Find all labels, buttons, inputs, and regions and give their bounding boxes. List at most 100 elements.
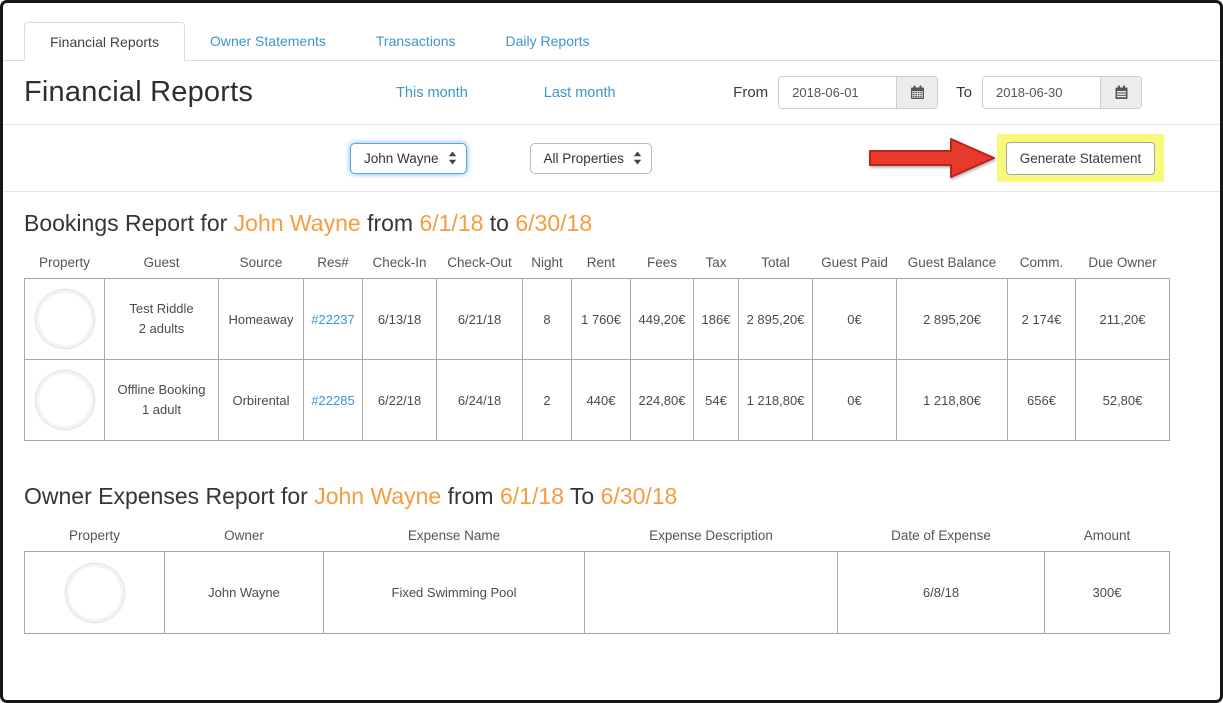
highlight-box: Generate Statement bbox=[997, 134, 1164, 182]
cell-check-in: 6/13/18 bbox=[363, 279, 437, 360]
this-month-link[interactable]: This month bbox=[396, 85, 468, 101]
booking-row: Test Riddle 2 adults Homeaway #22237 6/1… bbox=[25, 279, 1170, 360]
col-expense-description: Expense Description bbox=[585, 522, 838, 552]
cell-check-out: 6/24/18 bbox=[437, 360, 523, 441]
bookings-heading-from-word: from bbox=[367, 210, 413, 236]
cell-rent: 440€ bbox=[572, 360, 631, 441]
owner-select-value: John Wayne bbox=[364, 151, 439, 166]
from-calendar-button[interactable] bbox=[896, 77, 937, 108]
from-date-group bbox=[778, 76, 938, 109]
col-guest-balance: Guest Balance bbox=[897, 249, 1008, 279]
cell-comm: 656€ bbox=[1008, 360, 1076, 441]
generate-statement-button[interactable]: Generate Statement bbox=[1006, 142, 1156, 175]
cell-due-owner: 211,20€ bbox=[1076, 279, 1170, 360]
guest-name: Test Riddle bbox=[109, 299, 214, 319]
to-label: To bbox=[956, 84, 972, 101]
property-photo bbox=[36, 371, 94, 429]
col-fees: Fees bbox=[631, 249, 694, 279]
tab-transactions[interactable]: Transactions bbox=[351, 22, 481, 60]
col-res: Res# bbox=[304, 249, 363, 279]
cell-source: Orbirental bbox=[219, 360, 304, 441]
cell-due-owner: 52,80€ bbox=[1076, 360, 1170, 441]
cell-tax: 54€ bbox=[694, 360, 739, 441]
col-night: Night bbox=[523, 249, 572, 279]
cell-res: #22285 bbox=[304, 360, 363, 441]
bookings-table: Property Guest Source Res# Check-In Chec… bbox=[24, 249, 1170, 441]
col-check-in: Check-In bbox=[363, 249, 437, 279]
to-date-input[interactable] bbox=[983, 77, 1100, 108]
reservation-link[interactable]: #22285 bbox=[311, 393, 354, 408]
tab-daily-reports[interactable]: Daily Reports bbox=[481, 22, 615, 60]
expenses-heading: Owner Expenses Report for John Wayne fro… bbox=[24, 483, 1163, 510]
cell-total: 1 218,80€ bbox=[739, 360, 813, 441]
controls-divider bbox=[3, 191, 1220, 192]
tab-financial-reports[interactable]: Financial Reports bbox=[24, 22, 185, 61]
cell-check-out: 6/21/18 bbox=[437, 279, 523, 360]
cell-fees: 449,20€ bbox=[631, 279, 694, 360]
bookings-section: Bookings Report for John Wayne from 6/1/… bbox=[3, 210, 1220, 441]
from-label: From bbox=[733, 84, 768, 101]
cell-guest-paid: 0€ bbox=[813, 279, 897, 360]
select-arrows-icon bbox=[448, 151, 457, 165]
page-title: Financial Reports bbox=[24, 76, 253, 109]
cell-source: Homeaway bbox=[219, 279, 304, 360]
bookings-heading-prefix: Bookings Report for bbox=[24, 210, 227, 236]
annotation-arrow-wrap: Generate Statement bbox=[868, 134, 1164, 182]
cell-guest: Offline Booking 1 adult bbox=[105, 360, 219, 441]
app-window: Financial Reports Owner Statements Trans… bbox=[0, 0, 1223, 703]
col-tax: Tax bbox=[694, 249, 739, 279]
cell-guest-balance: 2 895,20€ bbox=[897, 279, 1008, 360]
red-arrow-annotation bbox=[868, 136, 996, 180]
cell-comm: 2 174€ bbox=[1008, 279, 1076, 360]
controls-row: John Wayne All Properties Generate State… bbox=[3, 125, 1220, 191]
col-amount: Amount bbox=[1045, 522, 1170, 552]
expenses-heading-owner: John Wayne bbox=[314, 483, 441, 509]
tab-owner-statements[interactable]: Owner Statements bbox=[185, 22, 351, 60]
cell-property bbox=[25, 552, 165, 634]
to-date-group bbox=[982, 76, 1142, 109]
cell-rent: 1 760€ bbox=[572, 279, 631, 360]
bookings-heading-end-date: 6/30/18 bbox=[515, 210, 592, 236]
expenses-header-row: Property Owner Expense Name Expense Desc… bbox=[25, 522, 1170, 552]
cell-property bbox=[25, 279, 105, 360]
guest-count: 1 adult bbox=[109, 400, 214, 420]
from-date-input[interactable] bbox=[779, 77, 896, 108]
cell-expense-description bbox=[585, 552, 838, 634]
owner-select[interactable]: John Wayne bbox=[350, 143, 467, 174]
tab-bar: Financial Reports Owner Statements Trans… bbox=[3, 22, 1220, 61]
col-guest-paid: Guest Paid bbox=[813, 249, 897, 279]
calendar-icon bbox=[1114, 85, 1129, 100]
expenses-heading-start-date: 6/1/18 bbox=[500, 483, 564, 509]
cell-res: #22237 bbox=[304, 279, 363, 360]
booking-row: Offline Booking 1 adult Orbirental #2228… bbox=[25, 360, 1170, 441]
cell-fees: 224,80€ bbox=[631, 360, 694, 441]
expenses-table: Property Owner Expense Name Expense Desc… bbox=[24, 522, 1170, 634]
expense-row: John Wayne Fixed Swimming Pool 6/8/18 30… bbox=[25, 552, 1170, 634]
cell-guest: Test Riddle 2 adults bbox=[105, 279, 219, 360]
expenses-heading-end-date: 6/30/18 bbox=[601, 483, 678, 509]
to-calendar-button[interactable] bbox=[1100, 77, 1141, 108]
col-check-out: Check-Out bbox=[437, 249, 523, 279]
date-range-controls: From To bbox=[733, 76, 1142, 109]
guest-count: 2 adults bbox=[109, 319, 214, 339]
property-photo bbox=[66, 564, 124, 622]
page-header: Financial Reports This month Last month … bbox=[3, 61, 1220, 124]
cell-night: 8 bbox=[523, 279, 572, 360]
bookings-heading: Bookings Report for John Wayne from 6/1/… bbox=[24, 210, 1163, 237]
expenses-heading-prefix: Owner Expenses Report for bbox=[24, 483, 308, 509]
cell-guest-paid: 0€ bbox=[813, 360, 897, 441]
bookings-heading-owner: John Wayne bbox=[234, 210, 361, 236]
expenses-heading-to-word: To bbox=[570, 483, 594, 509]
col-source: Source bbox=[219, 249, 304, 279]
cell-owner: John Wayne bbox=[165, 552, 324, 634]
property-select[interactable]: All Properties bbox=[530, 143, 652, 174]
col-total: Total bbox=[739, 249, 813, 279]
reservation-link[interactable]: #22237 bbox=[311, 312, 354, 327]
cell-check-in: 6/22/18 bbox=[363, 360, 437, 441]
col-date-of-expense: Date of Expense bbox=[838, 522, 1045, 552]
property-select-value: All Properties bbox=[544, 151, 624, 166]
last-month-link[interactable]: Last month bbox=[544, 85, 616, 101]
cell-amount: 300€ bbox=[1045, 552, 1170, 634]
col-property: Property bbox=[25, 249, 105, 279]
bookings-heading-to-word: to bbox=[490, 210, 509, 236]
